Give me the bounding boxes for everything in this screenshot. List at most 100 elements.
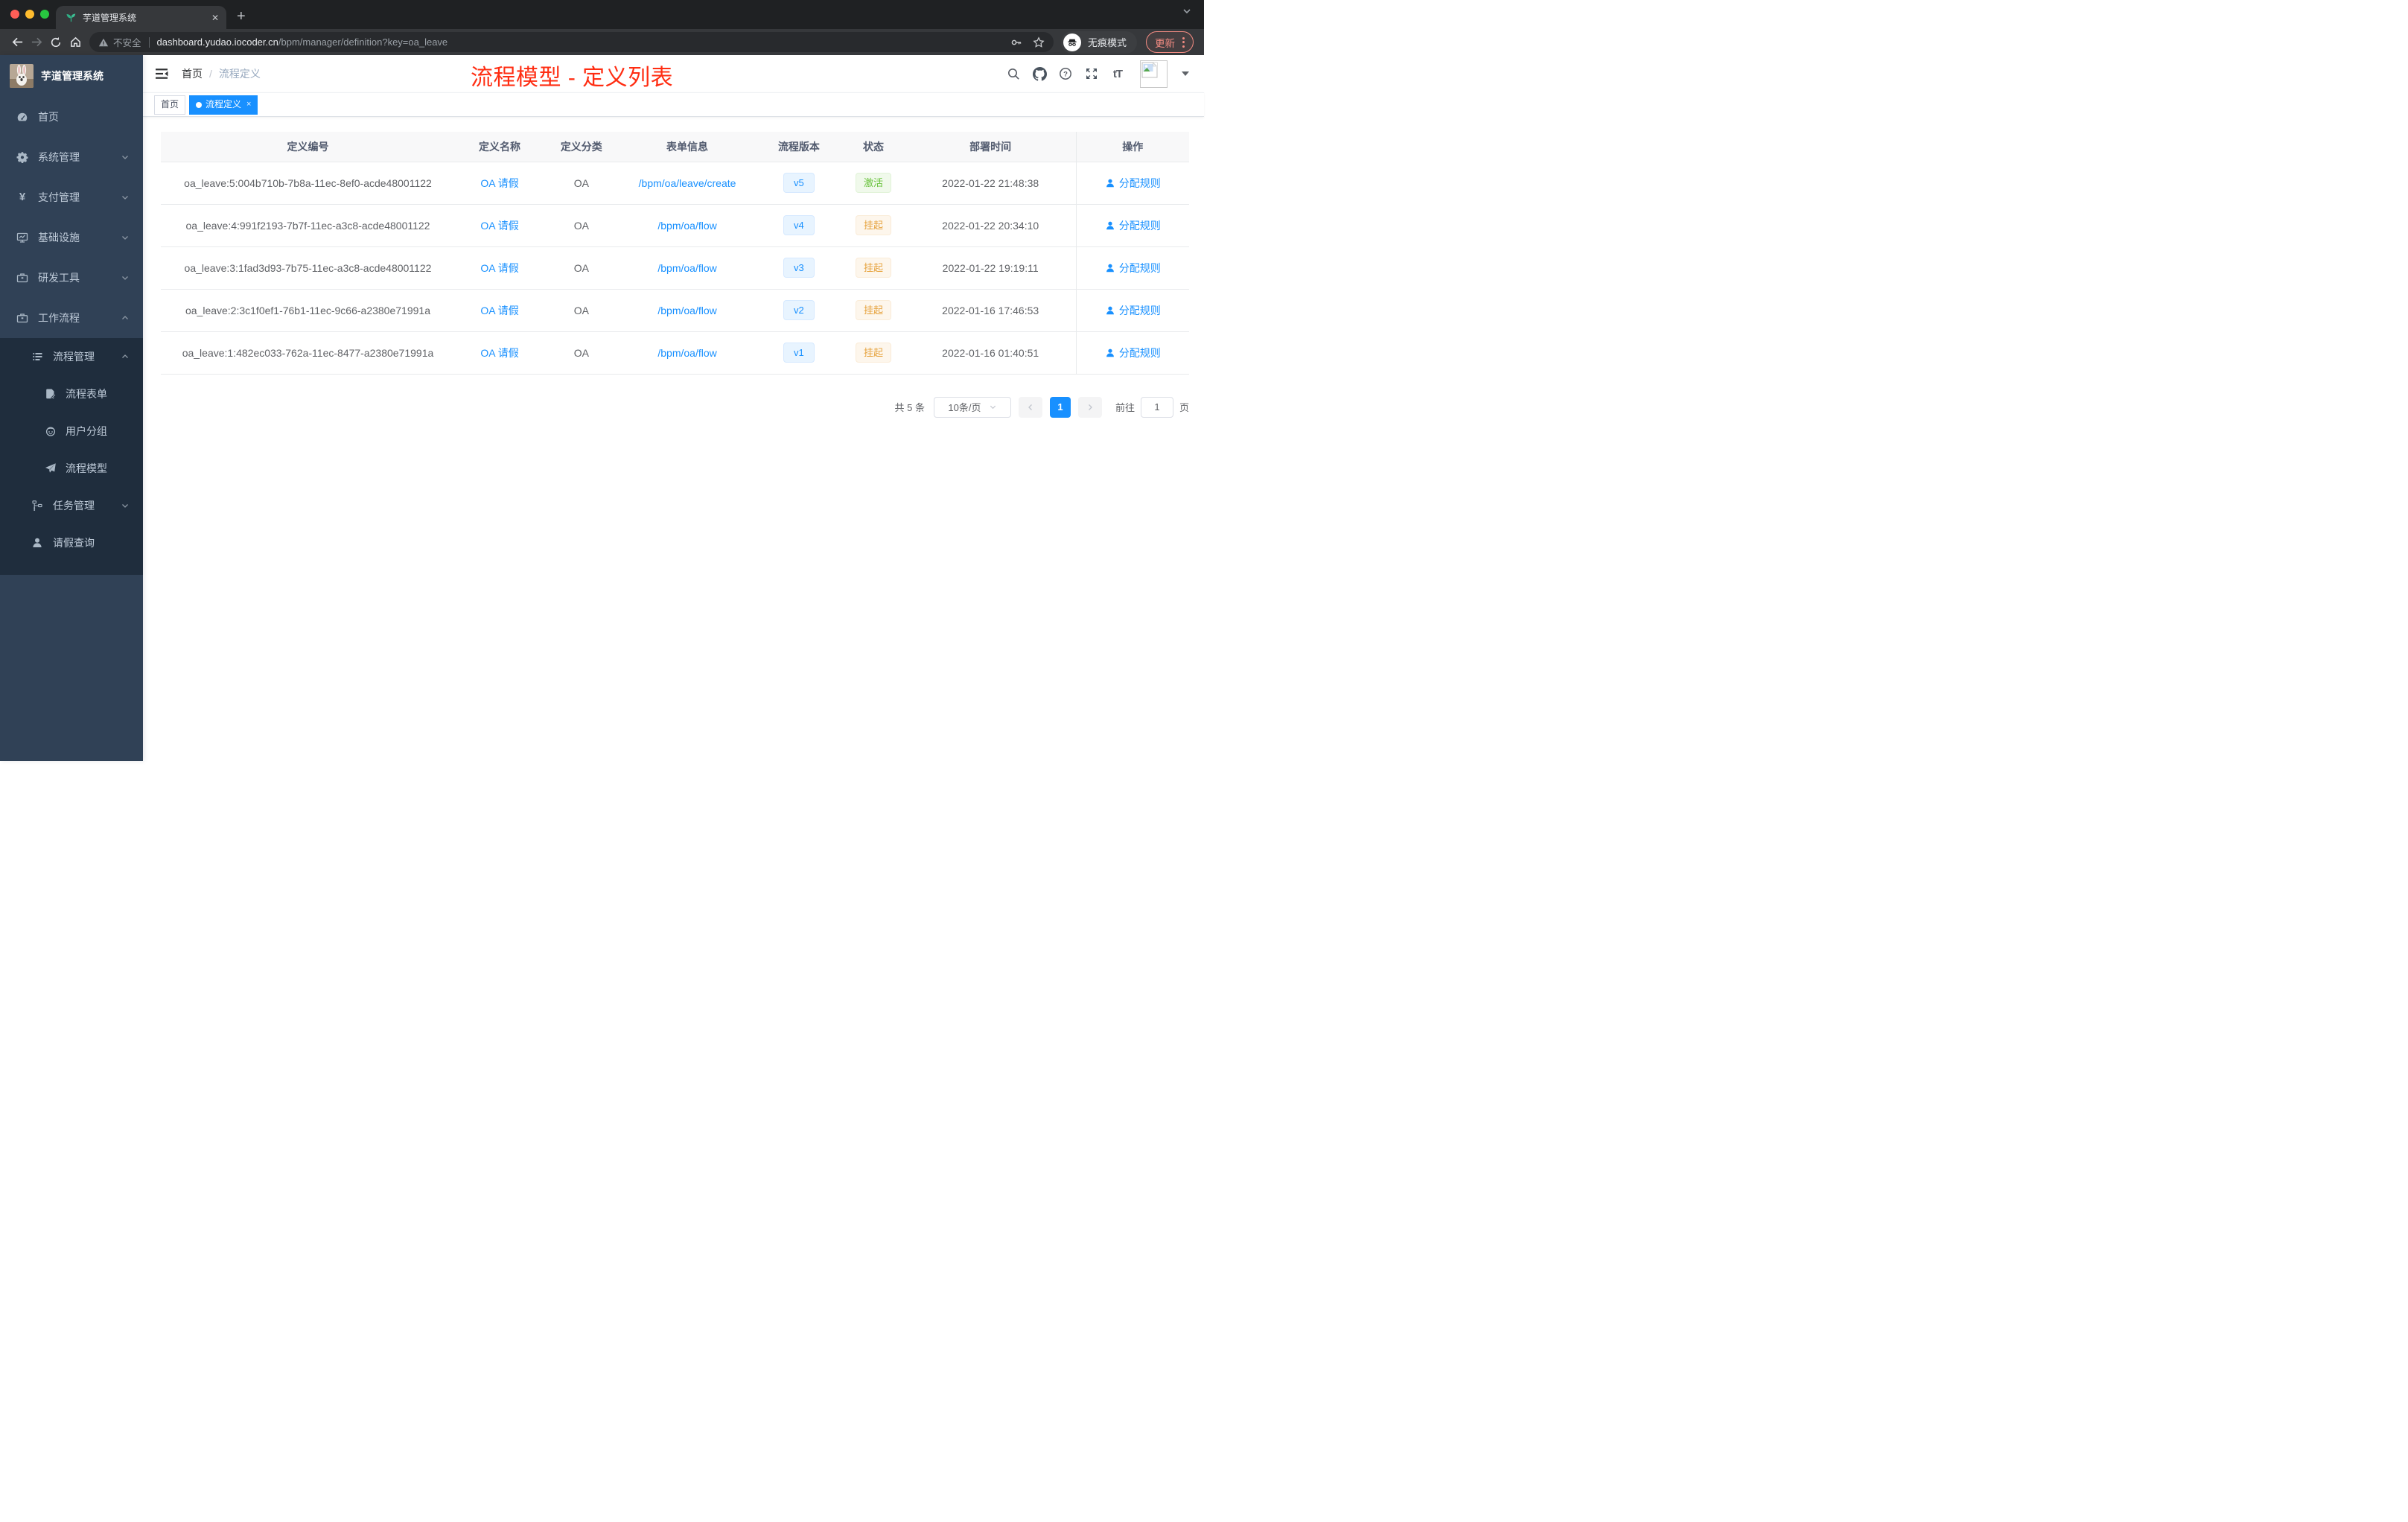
definition-name-link[interactable]: OA 请假	[454, 289, 545, 332]
column-header-name: 定义名称	[454, 132, 545, 162]
tag-process-definition[interactable]: 流程定义 ×	[189, 95, 258, 115]
form-info-link[interactable]: /bpm/oa/flow	[618, 289, 757, 332]
github-icon[interactable]	[1031, 66, 1048, 82]
browser-menu-icon[interactable]	[1182, 36, 1185, 48]
incognito-label: 无痕模式	[1087, 37, 1127, 48]
sidebar-item-workflow[interactable]: 工作流程	[0, 298, 143, 338]
page-unit-label: 页	[1179, 402, 1189, 413]
home-icon[interactable]	[66, 33, 85, 52]
page-size-value: 10条/页	[948, 402, 981, 413]
sidebar-item-task-management[interactable]: 任务管理	[0, 487, 143, 524]
sidebar-item-home[interactable]: 首页	[0, 97, 143, 137]
page-size-select[interactable]: 10条/页	[933, 396, 1011, 418]
sidebar-item-system[interactable]: 系统管理	[0, 137, 143, 177]
avatar-broken-image[interactable]	[1140, 60, 1168, 88]
definition-name-link[interactable]: OA 请假	[454, 246, 545, 290]
browser-update-button[interactable]: 更新	[1146, 31, 1194, 53]
window-zoom-button[interactable]	[40, 10, 49, 19]
annotation-title: 流程模型 - 定义列表	[471, 66, 674, 90]
favicon-sprout-icon	[66, 12, 77, 23]
url-bar[interactable]: 不安全 dashboard.yudao.iocoder.cn/bpm/manag…	[89, 32, 1054, 52]
column-header-id: 定义编号	[161, 132, 455, 162]
help-question-icon[interactable]: ?	[1057, 66, 1074, 82]
chevron-down-icon	[121, 501, 130, 510]
org-tree-icon	[31, 500, 43, 512]
avatar-dropdown-caret-icon[interactable]	[1182, 71, 1189, 76]
window-close-button[interactable]	[10, 10, 19, 19]
sidebar-item-label: 用户分组	[66, 425, 107, 437]
definition-category-cell: OA	[544, 204, 619, 247]
version-badge: v1	[783, 343, 815, 363]
sidebar-item-dev-tools[interactable]: 研发工具	[0, 258, 143, 298]
tag-close-icon[interactable]: ×	[246, 95, 251, 114]
window-minimize-button[interactable]	[25, 10, 34, 19]
search-icon[interactable]	[1005, 66, 1022, 82]
sidebar-item-user-group[interactable]: 用户分组	[0, 413, 143, 450]
breadcrumb-home[interactable]: 首页	[182, 66, 203, 81]
url-host: dashboard.yudao.iocoder.cn	[156, 36, 278, 48]
sidebar-item-infrastructure[interactable]: 基础设施	[0, 217, 143, 258]
definition-category-cell: OA	[544, 246, 619, 290]
update-label: 更新	[1155, 37, 1175, 49]
key-icon[interactable]	[1010, 36, 1022, 48]
person-icon	[1105, 178, 1115, 188]
dashboard-icon	[16, 111, 28, 123]
form-info-link[interactable]: /bpm/oa/flow	[618, 204, 757, 247]
definition-name-link[interactable]: OA 请假	[454, 162, 545, 205]
sidebar-item-label: 研发工具	[38, 272, 80, 284]
assign-rule-button[interactable]: 分配规则	[1105, 218, 1161, 233]
goto-page-input[interactable]	[1140, 396, 1173, 418]
form-info-link[interactable]: /bpm/oa/flow	[618, 246, 757, 290]
column-header-form: 表单信息	[618, 132, 757, 162]
sidebar-item-leave-query[interactable]: 请假查询	[0, 524, 143, 561]
sidebar-collapse-icon[interactable]	[155, 66, 170, 81]
version-badge: v2	[783, 300, 815, 320]
assign-rule-label: 分配规则	[1118, 304, 1161, 316]
pagination: 共 5 条 10条/页 1 前往 页	[161, 396, 1189, 418]
sidebar-item-process-management[interactable]: 流程管理	[0, 338, 143, 375]
reload-icon[interactable]	[46, 33, 66, 52]
not-secure-warning-icon[interactable]	[98, 37, 109, 48]
new-tab-button[interactable]: +	[237, 6, 246, 27]
forward-icon[interactable]	[27, 33, 46, 52]
paper-plane-icon	[45, 462, 57, 474]
sidebar-logo[interactable]: 芋道管理系统	[0, 55, 143, 97]
status-badge: 挂起	[855, 258, 891, 278]
assign-rule-button[interactable]: 分配规则	[1105, 346, 1161, 360]
tag-label: 流程定义	[206, 99, 242, 109]
status-badge: 挂起	[855, 215, 891, 235]
bookmark-star-icon[interactable]	[1033, 36, 1045, 48]
fullscreen-icon[interactable]	[1083, 66, 1100, 82]
current-page-button[interactable]: 1	[1049, 396, 1071, 418]
tab-search-chevron-icon[interactable]	[1182, 6, 1192, 16]
sidebar-item-process-form[interactable]: 流程表单	[0, 375, 143, 413]
sidebar-item-label: 支付管理	[38, 191, 80, 203]
next-page-button[interactable]	[1077, 396, 1102, 418]
chevron-down-icon	[121, 233, 130, 242]
main-area: 流程模型 - 定义列表 首页 / 流程定义 ? tT 首页 流程定义 × 定义编…	[143, 55, 1204, 761]
gear-icon	[16, 151, 28, 163]
definition-id-cell: oa_leave:5:004b710b-7b8a-11ec-8ef0-acde4…	[161, 162, 455, 205]
chevron-down-icon	[121, 193, 130, 202]
prev-page-button[interactable]	[1018, 396, 1042, 418]
definition-name-link[interactable]: OA 请假	[454, 331, 545, 375]
sidebar-item-payment[interactable]: ¥ 支付管理	[0, 177, 143, 217]
robot-face-icon	[45, 425, 57, 437]
sidebar: 芋道管理系统 首页 系统管理 ¥ 支付管理 基础设施 研发工具 工作流程 流程管…	[0, 55, 143, 761]
back-icon[interactable]	[7, 33, 27, 52]
sidebar-item-process-model[interactable]: 流程模型	[0, 450, 143, 487]
tab-close-icon[interactable]: ✕	[211, 13, 219, 23]
definition-name-link[interactable]: OA 请假	[454, 204, 545, 247]
assign-rule-button[interactable]: 分配规则	[1105, 303, 1161, 318]
assign-rule-button[interactable]: 分配规则	[1105, 176, 1161, 191]
assign-rule-button[interactable]: 分配规则	[1105, 261, 1161, 276]
form-info-link[interactable]: /bpm/oa/leave/create	[618, 162, 757, 205]
tab-title: 芋道管理系统	[83, 13, 137, 23]
url-text[interactable]: dashboard.yudao.iocoder.cn/bpm/manager/d…	[157, 36, 1003, 48]
form-info-link[interactable]: /bpm/oa/flow	[618, 331, 757, 375]
tag-home[interactable]: 首页	[154, 95, 186, 115]
column-header-action: 操作	[1075, 132, 1189, 162]
definition-category-cell: OA	[544, 162, 619, 205]
browser-tab[interactable]: 芋道管理系统 ✕	[56, 6, 226, 29]
font-size-icon[interactable]: tT	[1109, 66, 1126, 82]
